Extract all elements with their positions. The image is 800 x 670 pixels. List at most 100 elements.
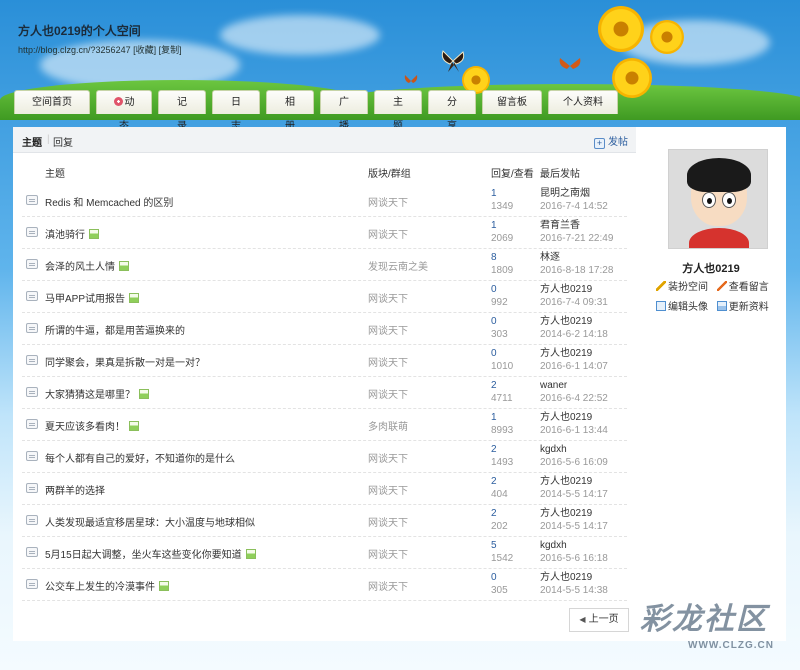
col-stats-header: 回复/查看 — [491, 169, 534, 180]
update-profile-link[interactable]: 更新资料 — [716, 298, 769, 313]
nav-item-guestbook[interactable]: 留言板 — [482, 90, 542, 114]
reply-count[interactable]: 2 — [491, 508, 497, 519]
nav-item-share[interactable]: 分享 — [428, 90, 476, 132]
comment-icon — [26, 323, 38, 333]
nav-item-topics[interactable]: 主题 — [374, 90, 422, 132]
topic-title-link[interactable]: 5月15日起大调整，坐火车这些变化你要知道 — [45, 546, 256, 561]
last-post-date: 2014-5-5 14:38 — [540, 585, 608, 596]
reply-count[interactable]: 2 — [491, 476, 497, 487]
reply-count[interactable]: 0 — [491, 348, 497, 359]
space-url[interactable]: http://blog.clzg.cn/?3256247 — [18, 45, 131, 55]
topic-title-link[interactable]: 滇池骑行 — [45, 226, 99, 241]
nav-item-home[interactable]: 空间首页 — [14, 90, 90, 114]
nav-item-broadcast[interactable]: 广播 — [320, 90, 368, 132]
image-attachment-icon — [159, 581, 169, 591]
profile-username[interactable]: 方人也0219 — [636, 260, 786, 276]
last-poster-link[interactable]: kgdxh — [540, 444, 567, 455]
tab-replies[interactable]: 回复 — [53, 134, 73, 149]
forum-link[interactable]: 网谈天下 — [368, 226, 408, 241]
comment-icon — [26, 387, 38, 397]
last-poster-link[interactable]: 方人也0219 — [540, 572, 592, 583]
topic-title-link[interactable]: 人类发现最适宜移居星球：大小温度与地球相似 — [45, 514, 255, 529]
last-post-date: 2016-6-1 14:07 — [540, 361, 608, 372]
topic-title-link[interactable]: 同学聚会，果真是拆散一对是一对？ — [45, 354, 205, 369]
table-row: 夏天应该多看肉！ 多肉联萌 1 8993 方人也0219 2016-6-1 13:44 — [22, 409, 627, 441]
reply-count[interactable]: 2 — [491, 380, 497, 391]
reply-count[interactable]: 0 — [491, 316, 497, 327]
image-attachment-icon — [139, 389, 149, 399]
col-subject-header: 主题 — [45, 169, 65, 180]
forum-link[interactable]: 多肉联萌 — [368, 418, 408, 433]
view-count: 2069 — [491, 233, 514, 244]
forum-link[interactable]: 网谈天下 — [368, 354, 408, 369]
reply-count[interactable]: 2 — [491, 444, 497, 455]
forum-link[interactable]: 网谈天下 — [368, 450, 408, 465]
topic-title-link[interactable]: 公交车上发生的冷漠事件 — [45, 578, 169, 593]
copy-link[interactable]: [复制] — [159, 45, 182, 55]
reply-count[interactable]: 8 — [491, 252, 497, 263]
last-poster-link[interactable]: 方人也0219 — [540, 476, 592, 487]
topic-title-link[interactable]: Redis 和 Memcached 的区别 — [45, 194, 173, 209]
reply-count[interactable]: 5 — [491, 540, 497, 551]
forum-link[interactable]: 网谈天下 — [368, 578, 408, 593]
last-poster-link[interactable]: 方人也0219 — [540, 316, 592, 327]
forum-link[interactable]: 网谈天下 — [368, 546, 408, 561]
table-row: 同学聚会，果真是拆散一对是一对？ 网谈天下 0 1010 方人也0219 2016-6-1… — [22, 345, 627, 377]
reply-count[interactable]: 0 — [491, 572, 497, 583]
topics-subbar: 主题 | 回复 + 发帖 — [13, 127, 636, 153]
edit-avatar-link[interactable]: 编辑头像 — [656, 298, 708, 313]
topic-title-link[interactable]: 马甲APP试用报告 — [45, 290, 140, 305]
last-poster-link[interactable]: 方人也0219 — [540, 412, 592, 423]
last-post-date: 2016-5-6 16:09 — [540, 457, 608, 468]
last-poster-link[interactable]: waner — [540, 380, 567, 391]
forum-link[interactable]: 网谈天下 — [368, 322, 408, 337]
last-poster-link[interactable]: 昆明之南烟 — [540, 188, 590, 199]
last-poster-link[interactable]: 方人也0219 — [540, 348, 592, 359]
comment-icon — [26, 547, 38, 557]
forum-link[interactable]: 发现云南之美 — [368, 258, 428, 273]
topic-title-link[interactable]: 大家猜猜这是哪里？ — [45, 386, 149, 401]
reply-count[interactable]: 1 — [491, 188, 497, 199]
last-poster-link[interactable]: 林逐 — [540, 252, 560, 263]
forum-link[interactable]: 网谈天下 — [368, 482, 408, 497]
dress-up-space-link[interactable]: 装扮空间 — [656, 278, 708, 293]
image-attachment-icon — [119, 261, 129, 271]
forum-link[interactable]: 网谈天下 — [368, 514, 408, 529]
forum-link[interactable]: 网谈天下 — [368, 386, 408, 401]
topic-title-link[interactable]: 夏天应该多看肉！ — [45, 418, 139, 433]
last-post-date: 2016-7-4 14:52 — [540, 201, 608, 212]
nav-item-album[interactable]: 相册 — [266, 90, 314, 132]
avatar[interactable] — [668, 149, 768, 249]
last-poster-link[interactable]: 君育兰香 — [540, 220, 580, 231]
prev-page-button[interactable]: ◀ 上一页 — [569, 608, 629, 632]
nav-item-profile[interactable]: 个人资料 — [548, 90, 618, 114]
view-count: 1010 — [491, 361, 514, 372]
topic-title-link[interactable]: 会泽的风土人情 — [45, 258, 129, 273]
tab-topics[interactable]: 主题 — [22, 134, 42, 149]
forum-link[interactable]: 网谈天下 — [368, 290, 408, 305]
view-count: 1542 — [491, 553, 514, 564]
topic-title-link[interactable]: 两群羊的选择 — [45, 482, 105, 497]
last-poster-link[interactable]: 方人也0219 — [540, 508, 592, 519]
table-row: 马甲APP试用报告 网谈天下 0 992 方人也0219 2016-7-4 09:31 — [22, 281, 627, 313]
space-url-line: http://blog.clzg.cn/?3256247 [收藏] [复制] — [18, 43, 182, 56]
last-post-date: 2016-6-1 13:44 — [540, 425, 608, 436]
image-attachment-icon — [245, 549, 256, 559]
topic-title-link[interactable]: 所谓的牛逼，都是用苦逼换来的 — [45, 322, 185, 337]
reply-count[interactable]: 0 — [491, 284, 497, 295]
nav-item-feed[interactable]: 动态 — [96, 90, 152, 132]
reply-count[interactable]: 1 — [491, 220, 497, 231]
last-poster-link[interactable]: 方人也0219 — [540, 284, 592, 295]
forum-link[interactable]: 网谈天下 — [368, 194, 408, 209]
new-post-button[interactable]: + 发帖 — [594, 133, 628, 149]
topic-title-link[interactable]: 每个人都有自己的爱好，不知道你的是什么 — [45, 450, 235, 465]
reply-count[interactable]: 1 — [491, 412, 497, 423]
table-row: 滇池骑行 网谈天下 1 2069 君育兰香 2016-7-21 22:49 — [22, 217, 627, 249]
nav-item-blog[interactable]: 日志 — [212, 90, 260, 132]
last-poster-link[interactable]: kgdxh — [540, 540, 567, 551]
flower-decoration — [598, 6, 644, 52]
nav-item-records[interactable]: 记录 — [158, 90, 206, 132]
comment-icon — [26, 227, 38, 237]
view-messages-link[interactable]: 查看留言 — [716, 278, 769, 293]
favorite-link[interactable]: [收藏] — [133, 45, 156, 55]
